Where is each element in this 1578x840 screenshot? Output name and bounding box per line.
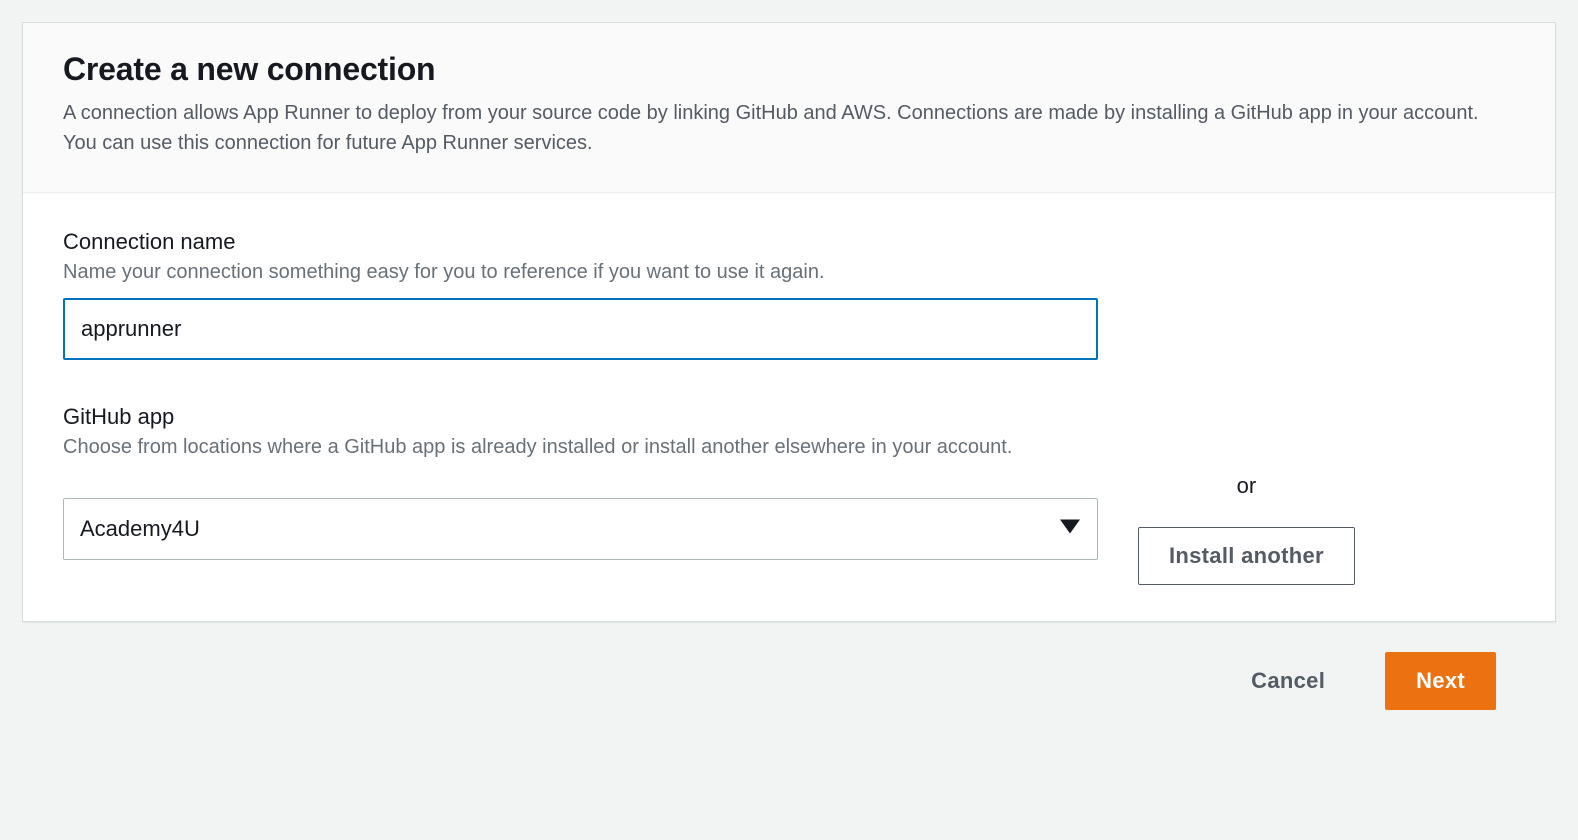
github-app-select[interactable]: Academy4U: [63, 498, 1098, 560]
panel-body: Connection name Name your connection som…: [23, 193, 1555, 621]
create-connection-panel: Create a new connection A connection all…: [22, 22, 1556, 622]
install-another-button[interactable]: Install another: [1138, 527, 1355, 585]
connection-name-input[interactable]: [63, 298, 1098, 360]
github-app-field: GitHub app Choose from locations where a…: [63, 404, 1515, 585]
github-app-selected-value: Academy4U: [80, 516, 200, 542]
or-text: or: [1237, 473, 1257, 499]
next-button[interactable]: Next: [1385, 652, 1496, 710]
github-app-label: GitHub app: [63, 404, 1515, 430]
page-description: A connection allows App Runner to deploy…: [63, 98, 1515, 158]
connection-name-hint: Name your connection something easy for …: [63, 261, 1515, 284]
github-app-hint: Choose from locations where a GitHub app…: [63, 436, 1515, 459]
github-app-row: Academy4U or Install another: [63, 473, 1515, 585]
install-another-group: or Install another: [1138, 473, 1355, 585]
connection-name-field: Connection name Name your connection som…: [63, 229, 1515, 360]
github-app-select-wrapper: Academy4U: [63, 498, 1098, 560]
cancel-button[interactable]: Cancel: [1221, 652, 1355, 710]
footer-actions: Cancel Next: [22, 622, 1556, 710]
connection-name-label: Connection name: [63, 229, 1515, 255]
page-title: Create a new connection: [63, 51, 1515, 88]
panel-header: Create a new connection A connection all…: [23, 23, 1555, 193]
